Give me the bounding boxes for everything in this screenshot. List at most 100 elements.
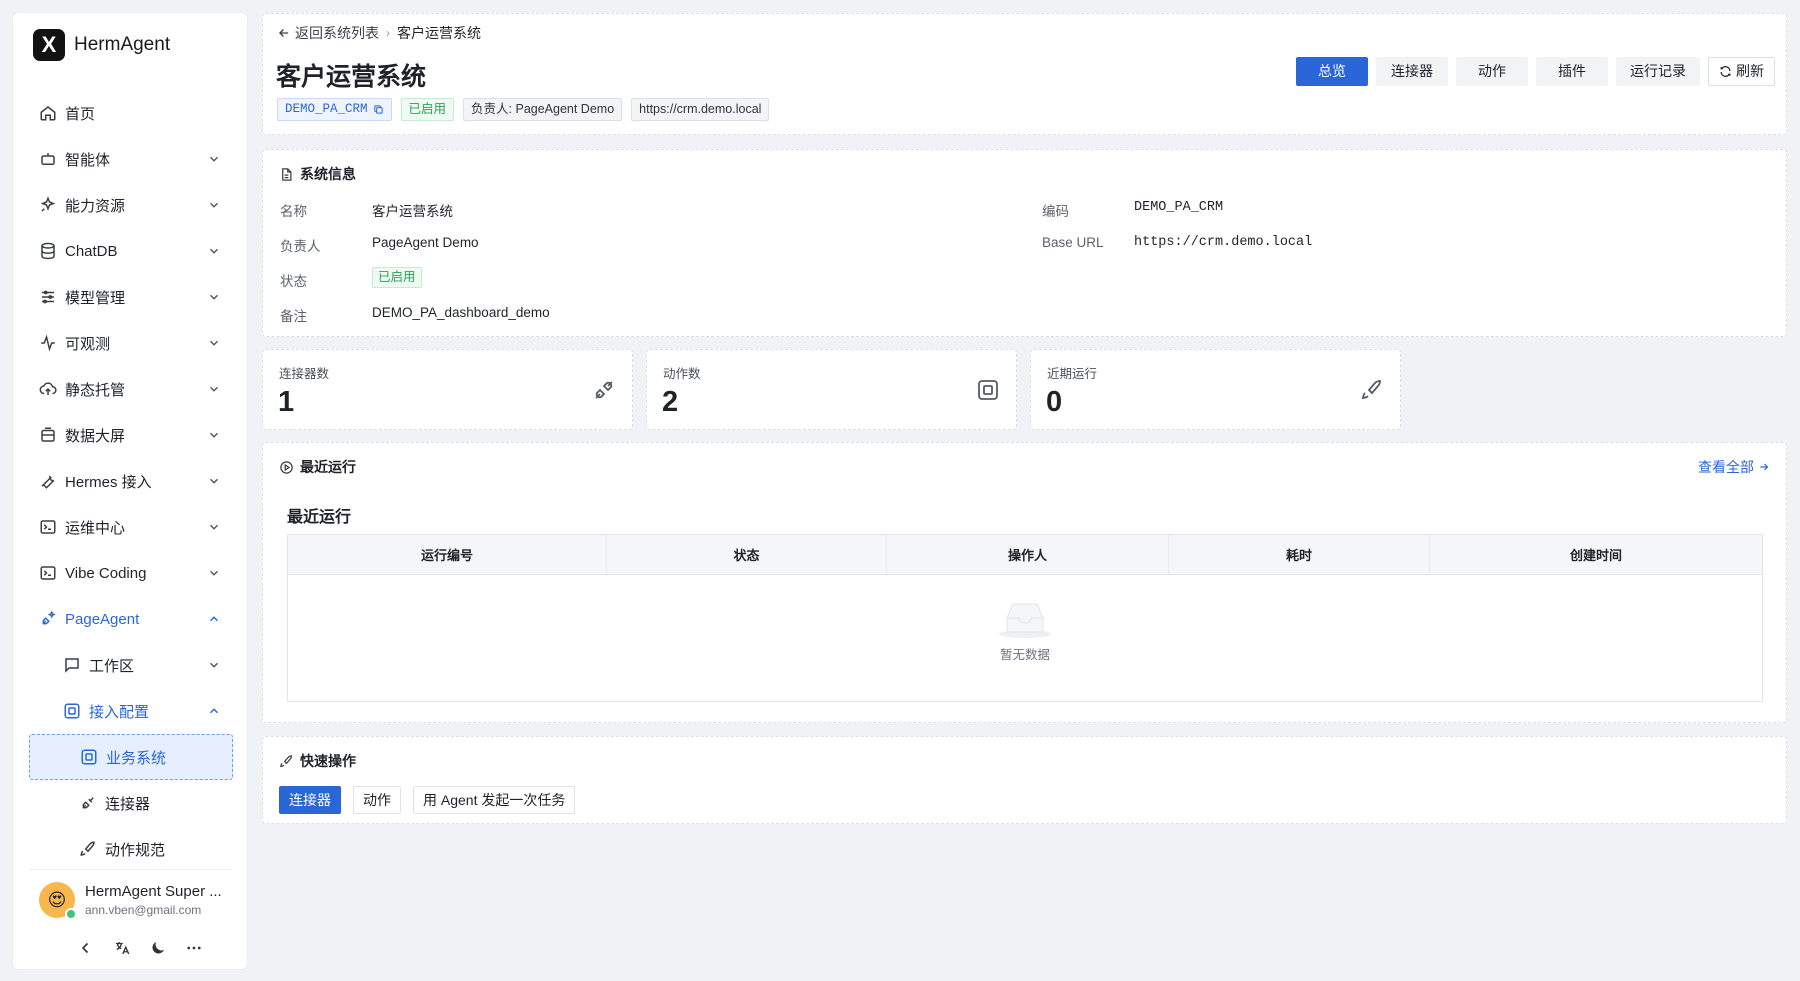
- status-badge: 已启用: [400, 98, 455, 121]
- view-all-label: 查看全部: [1698, 459, 1754, 475]
- chevron-down-icon: [210, 340, 218, 346]
- column-header-run-id[interactable]: 运行编号: [288, 535, 607, 574]
- info-status-label: 状态: [280, 274, 307, 289]
- sidebar-item-capability[interactable]: 能力资源: [29, 182, 233, 228]
- sliders-icon: [42, 290, 54, 304]
- chevron-down-icon: [210, 294, 218, 300]
- chevron-down-icon: [210, 156, 218, 162]
- column-header-operator[interactable]: 操作人: [887, 535, 1169, 574]
- sidebar-item-hermes[interactable]: Hermes 接入: [29, 458, 233, 504]
- system-info-title-text: 系统信息: [300, 166, 356, 182]
- quick-connectors-button[interactable]: 连接器: [279, 786, 341, 814]
- copy-icon[interactable]: [373, 104, 384, 115]
- sidebar-item-label: Hermes 接入: [65, 473, 152, 491]
- owner-tag: 负责人: PageAgent Demo: [463, 98, 623, 121]
- info-remark-value: DEMO_PA_dashboard_demo: [372, 305, 550, 320]
- sidebar-item-chatdb[interactable]: ChatDB: [29, 228, 233, 274]
- sidebar-item-label: 可观测: [65, 335, 111, 353]
- info-remark-label: 备注: [280, 309, 307, 324]
- tab-actions[interactable]: 动作: [1456, 57, 1528, 86]
- rocket-icon: [280, 754, 293, 767]
- sidebar-item-ops[interactable]: 运维中心: [29, 504, 233, 550]
- tab-plugins[interactable]: 插件: [1536, 57, 1608, 86]
- tab-connectors[interactable]: 连接器: [1376, 57, 1448, 86]
- info-owner-label: 负责人: [280, 239, 321, 254]
- sidebar-item-home[interactable]: 首页: [29, 90, 233, 136]
- quick-actions-title: 快速操作: [279, 751, 356, 771]
- plug-icon: [82, 797, 94, 809]
- chat-icon: [65, 658, 79, 673]
- scan-icon: [978, 380, 998, 400]
- arrow-left-icon[interactable]: [277, 26, 291, 40]
- arrow-right-icon: [1760, 463, 1769, 471]
- sidebar-item-label: 接入配置: [89, 703, 150, 721]
- sidebar-item-dashboard[interactable]: 数据大屏: [29, 412, 233, 458]
- breadcrumb-current: 客户运营系统: [397, 25, 481, 41]
- sidebar-item-label: ChatDB: [65, 242, 118, 260]
- document-icon: [282, 167, 292, 181]
- quick-actions-buttons: 连接器 动作 用 Agent 发起一次任务: [279, 786, 587, 814]
- dark-mode-icon[interactable]: [149, 939, 167, 957]
- sidebar-item-label: 业务系统: [106, 749, 167, 767]
- stat-value: 1: [278, 386, 295, 418]
- online-status-dot: [65, 908, 77, 920]
- brand[interactable]: X HermAgent: [33, 29, 170, 61]
- terminal-icon: [40, 520, 56, 534]
- info-name-label: 名称: [280, 204, 307, 219]
- refresh-label: 刷新: [1736, 63, 1764, 79]
- quick-actions-title-text: 快速操作: [300, 753, 356, 769]
- quick-agent-task-button[interactable]: 用 Agent 发起一次任务: [413, 786, 576, 814]
- tab-overview[interactable]: 总览: [1296, 57, 1368, 86]
- empty-text: 暂无数据: [999, 648, 1050, 662]
- collapse-sidebar-icon[interactable]: [77, 939, 95, 957]
- chevron-down-icon: [210, 432, 218, 438]
- code-icon: [40, 566, 56, 580]
- sidebar-item-workspace[interactable]: 工作区: [29, 642, 233, 688]
- system-code-tag[interactable]: DEMO_PA_CRM: [277, 98, 392, 121]
- sidebar-tools: [77, 939, 221, 957]
- quick-actions-button[interactable]: 动作: [353, 786, 401, 814]
- user-email: ann.vben@gmail.com: [85, 903, 202, 917]
- column-header-created-at[interactable]: 创建时间: [1430, 535, 1762, 574]
- back-to-list-link[interactable]: 返回系统列表: [295, 23, 379, 43]
- sidebar-item-vibe-coding[interactable]: Vibe Coding: [29, 550, 233, 596]
- sidebar-item-business-systems[interactable]: 业务系统: [29, 734, 233, 780]
- sidebar-item-pageagent[interactable]: PageAgent: [29, 596, 233, 642]
- sidebar-item-label: 工作区: [89, 657, 135, 675]
- sidebar-item-action-specs[interactable]: 动作规范: [29, 826, 233, 872]
- table-header: 运行编号 状态 操作人 耗时 创建时间: [288, 535, 1762, 575]
- view-all-link[interactable]: 查看全部: [1698, 457, 1770, 477]
- scan-icon: [81, 749, 97, 765]
- robot-icon: [41, 153, 55, 165]
- sidebar-item-observability[interactable]: 可观测: [29, 320, 233, 366]
- sidebar-item-static-hosting[interactable]: 静态托管: [29, 366, 233, 412]
- column-header-duration[interactable]: 耗时: [1169, 535, 1430, 574]
- chevron-down-icon: [210, 662, 218, 668]
- tab-run-logs[interactable]: 运行记录: [1616, 57, 1700, 86]
- system-code-text: DEMO_PA_CRM: [285, 102, 368, 116]
- sidebar-item-models[interactable]: 模型管理: [29, 274, 233, 320]
- refresh-button[interactable]: 刷新: [1708, 57, 1775, 86]
- plug-icon: [595, 381, 613, 399]
- stat-label: 动作数: [663, 367, 701, 381]
- user-profile[interactable]: 😍 HermAgent Super ... ann.vben@gmail.com: [39, 882, 222, 920]
- translate-icon[interactable]: [113, 939, 131, 957]
- stat-label: 连接器数: [279, 367, 330, 381]
- breadcrumb: 返回系统列表 › 客户运营系统: [277, 23, 481, 43]
- system-info-card: 系统信息 名称 客户运营系统 负责人 PageAgent Demo 状态 已启用…: [262, 149, 1787, 337]
- info-owner-value: PageAgent Demo: [372, 235, 479, 250]
- sidebar-item-label: 首页: [65, 105, 96, 123]
- sidebar-item-connectors[interactable]: 连接器: [29, 780, 233, 826]
- sidebar-item-integration-config[interactable]: 接入配置: [29, 688, 233, 734]
- sidebar-item-label: 模型管理: [65, 289, 126, 307]
- brand-logo: X: [33, 29, 65, 61]
- sidebar-item-agents[interactable]: 智能体: [29, 136, 233, 182]
- more-icon[interactable]: [185, 939, 203, 957]
- column-header-status[interactable]: 状态: [607, 535, 887, 574]
- sidebar-item-label: 智能体: [65, 151, 111, 169]
- brand-name: HermAgent: [74, 34, 171, 55]
- refresh-icon: [1720, 66, 1731, 77]
- info-url-value: https://crm.demo.local: [1134, 235, 1313, 250]
- sidebar-item-label: PageAgent: [65, 610, 140, 628]
- empty-inbox-icon: [999, 603, 1051, 638]
